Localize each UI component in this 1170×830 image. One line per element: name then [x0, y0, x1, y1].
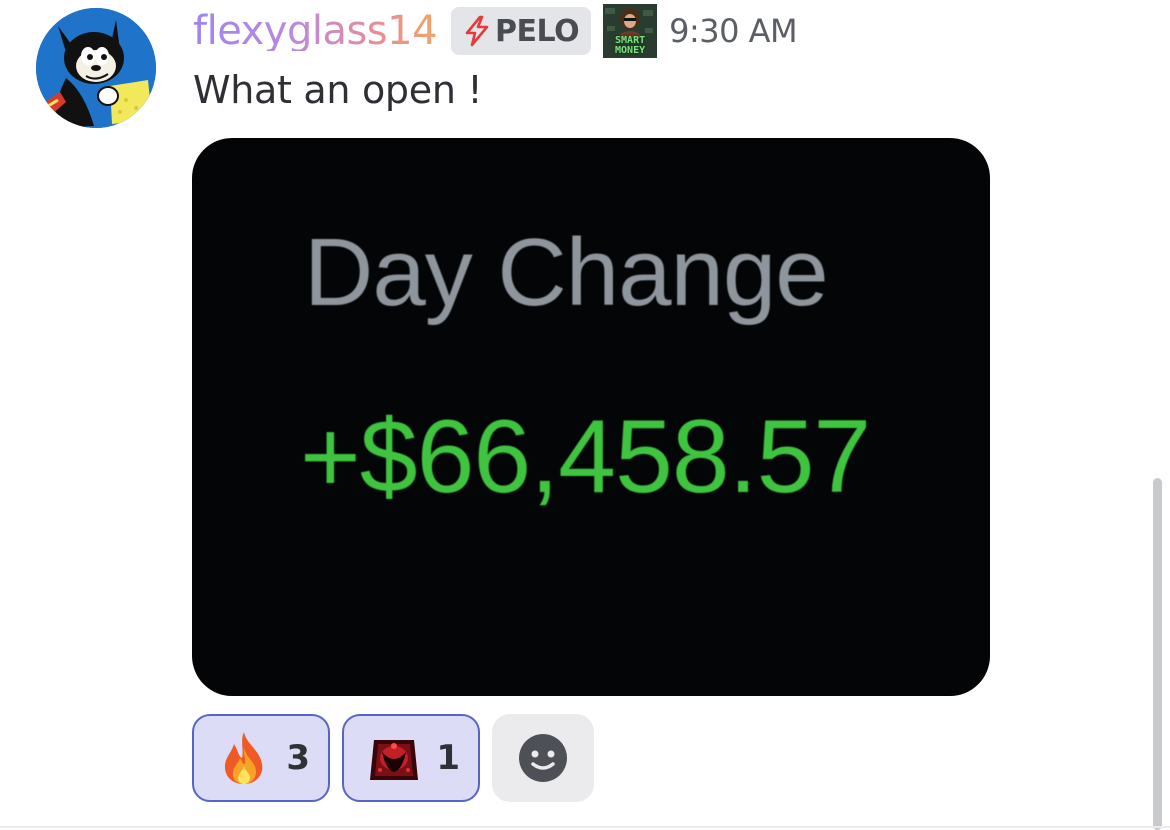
user-avatar[interactable]	[36, 8, 156, 128]
lightning-bolt-icon	[465, 15, 489, 47]
server-tag-label: PELO	[495, 13, 580, 49]
reaction-fire[interactable]: 3	[192, 714, 330, 802]
reaction-red-crystal[interactable]: 1	[342, 714, 480, 802]
message-timestamp[interactable]: 9:30 AM	[669, 12, 798, 50]
red-crystal-emoji-icon	[370, 740, 418, 780]
reaction-count: 1	[436, 738, 460, 778]
smiley-face-icon	[519, 734, 567, 782]
chat-message-view: flexyglass14 PELO SMART MONEY 9:30 AM Wh…	[0, 0, 1170, 830]
add-reaction-button[interactable]	[492, 714, 594, 802]
username[interactable]: flexyglass14	[193, 11, 438, 51]
scrollbar-thumb[interactable]	[1153, 478, 1162, 830]
smart-money-label: SMART MONEY	[615, 35, 646, 56]
attachment-title: Day Change	[304, 219, 829, 326]
cartoon-cat-avatar-icon	[36, 8, 156, 128]
divider	[0, 826, 1170, 828]
image-attachment[interactable]: Day Change +$66,458.57	[192, 138, 990, 696]
server-tag[interactable]: PELO	[451, 7, 592, 55]
smart-money-badge[interactable]: SMART MONEY	[603, 4, 658, 58]
message-header: flexyglass14 PELO SMART MONEY 9:30 AM	[193, 4, 798, 58]
message-body: What an open !	[193, 68, 483, 112]
attachment-value: +$66,458.57	[300, 399, 871, 515]
reaction-count: 3	[286, 738, 310, 778]
fire-emoji-icon	[224, 732, 263, 784]
